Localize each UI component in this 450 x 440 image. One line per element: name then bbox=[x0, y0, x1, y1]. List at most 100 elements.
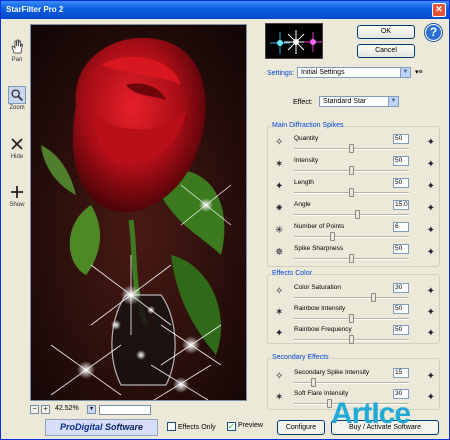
cancel-button[interactable]: Cancel bbox=[357, 44, 415, 58]
spike-result-icon: ✦ bbox=[426, 137, 435, 148]
artice-watermark: ArtIce bbox=[331, 397, 411, 430]
help-icon[interactable]: ? bbox=[425, 24, 442, 41]
magnifier-icon bbox=[8, 86, 26, 104]
show-tool[interactable]: Show bbox=[5, 183, 29, 208]
zoom-in-button[interactable]: + bbox=[41, 405, 50, 414]
spike-result-icon: ✦ bbox=[426, 181, 435, 192]
configure-button[interactable]: Configure bbox=[277, 420, 325, 435]
param-value-field[interactable]: 50 bbox=[393, 244, 409, 254]
zoom-slider-field[interactable] bbox=[99, 405, 151, 415]
param-value-field[interactable]: 30 bbox=[393, 283, 409, 293]
pan-tool-label: Pan bbox=[11, 57, 23, 63]
spike-preview-icon: ✶ bbox=[275, 307, 284, 318]
effects-color-title: Effects Color bbox=[271, 270, 313, 277]
effects-only-box[interactable] bbox=[167, 422, 176, 431]
spike-preview-icon: ✳ bbox=[275, 225, 284, 236]
param-value-field[interactable]: 50 bbox=[393, 134, 409, 144]
param-value-field[interactable]: 50 bbox=[393, 156, 409, 166]
param-slider-thumb[interactable] bbox=[330, 232, 336, 241]
prodigital-logo: ProDigital Software bbox=[45, 419, 158, 436]
param-value-field[interactable]: 50 bbox=[393, 304, 409, 314]
preview-zoom-bar: − + 42.52% ▾ bbox=[30, 404, 247, 416]
param-row: ✳ Number of Points 6 ✦ bbox=[268, 222, 441, 244]
show-tool-label: Show bbox=[9, 202, 25, 208]
spike-preview-icon: ✶ bbox=[275, 392, 284, 403]
spike-preview-icon: ✧ bbox=[275, 137, 284, 148]
effect-select[interactable]: Standard Star ▼ bbox=[319, 96, 399, 107]
settings-menu-icon[interactable]: ▾≡ bbox=[415, 68, 423, 76]
param-slider-thumb[interactable] bbox=[349, 166, 354, 175]
preview-canvas[interactable] bbox=[30, 24, 247, 401]
window-title: StarFilter Pro 2 bbox=[6, 5, 64, 14]
window-close-button[interactable]: ✕ bbox=[432, 3, 446, 17]
secondary-effects-title: Secondary Effects bbox=[271, 354, 330, 361]
settings-select[interactable]: Initial Settings ▼ bbox=[297, 67, 411, 78]
param-slider-thumb[interactable] bbox=[349, 254, 354, 263]
param-slider-track[interactable] bbox=[294, 236, 409, 238]
param-slider-track[interactable] bbox=[294, 297, 409, 299]
param-row: ✷ Angle 15.0 ✦ bbox=[268, 200, 441, 222]
param-label: Spike Sharpness bbox=[294, 245, 344, 252]
param-row: ✧ Secondary Spike Intensity 15 ✦ bbox=[268, 368, 441, 390]
param-slider-thumb[interactable] bbox=[354, 210, 360, 219]
param-label: Color Saturation bbox=[294, 284, 341, 291]
preview-label: Preview bbox=[238, 422, 263, 429]
spike-preview-icon: ✦ bbox=[275, 328, 284, 339]
spike-result-icon: ✦ bbox=[426, 286, 435, 297]
param-label: Angle bbox=[294, 201, 311, 208]
param-slider-thumb[interactable] bbox=[349, 314, 354, 323]
main-diffraction-title: Main Diffraction Spikes bbox=[271, 122, 345, 129]
effects-color-group: Effects Color ✧ Color Saturation 30 ✦ ✶ Rainb… bbox=[267, 270, 441, 344]
param-label: Intensity bbox=[294, 157, 319, 164]
spike-result-icon: ✦ bbox=[426, 392, 435, 403]
param-label: Number of Points bbox=[294, 223, 345, 230]
zoom-level: 42.52% bbox=[55, 405, 79, 412]
spike-result-icon: ✦ bbox=[426, 371, 435, 382]
zoom-tool[interactable]: Zoom bbox=[5, 86, 29, 111]
preview-checkbox[interactable]: ✓ Preview bbox=[227, 422, 263, 431]
starfilter-window: StarFilter Pro 2 ✕ Pan Zoom Hide Show − … bbox=[0, 0, 450, 440]
spike-result-icon: ✦ bbox=[426, 159, 435, 170]
spike-result-icon: ✦ bbox=[426, 307, 435, 318]
param-label: Rainbow Frequency bbox=[294, 326, 352, 333]
param-slider-thumb[interactable] bbox=[349, 188, 354, 197]
param-value-field[interactable]: 50 bbox=[393, 178, 409, 188]
param-value-field[interactable]: 15.0 bbox=[393, 200, 409, 210]
pan-tool[interactable]: Pan bbox=[5, 38, 29, 63]
effect-thumbnail bbox=[265, 23, 323, 59]
settings-value: Initial Settings bbox=[301, 69, 345, 76]
effect-label: Effect: bbox=[293, 99, 313, 106]
spike-result-icon: ✦ bbox=[426, 225, 435, 236]
x-icon bbox=[11, 138, 23, 150]
param-slider-thumb[interactable] bbox=[371, 293, 376, 302]
param-slider-thumb[interactable] bbox=[310, 378, 316, 387]
param-slider-track[interactable] bbox=[294, 214, 409, 216]
param-slider-thumb[interactable] bbox=[349, 335, 354, 344]
zoom-tool-label: Zoom bbox=[9, 105, 25, 111]
spike-preview-icon: ✧ bbox=[275, 286, 284, 297]
param-row: ✧ Quantity 50 ✦ bbox=[268, 134, 441, 156]
param-value-field[interactable]: 15 bbox=[393, 368, 409, 378]
param-value-field[interactable]: 50 bbox=[393, 325, 409, 335]
hide-tool[interactable]: Hide bbox=[5, 135, 29, 160]
param-row: ✦ Length 50 ✦ bbox=[268, 178, 441, 200]
spike-preview-icon: ✦ bbox=[275, 181, 284, 192]
param-label: Quantity bbox=[294, 135, 319, 142]
param-value-field[interactable]: 6 bbox=[393, 222, 409, 232]
effects-only-checkbox[interactable]: Effects Only bbox=[167, 422, 216, 431]
param-row: ✧ Color Saturation 30 ✦ bbox=[268, 283, 441, 305]
star-thumbnail-image bbox=[270, 30, 322, 54]
param-slider-thumb[interactable] bbox=[349, 144, 354, 153]
main-diffraction-group: Main Diffraction Spikes ✧ Quantity 50 ✦ ✶ Int… bbox=[267, 122, 441, 267]
chevron-down-icon: ▼ bbox=[400, 68, 410, 77]
param-label: Rainbow Intensity bbox=[294, 305, 346, 312]
ok-button[interactable]: OK bbox=[357, 25, 415, 39]
preview-check-icon[interactable]: ✓ bbox=[227, 422, 236, 431]
spike-preview-icon: ✶ bbox=[275, 159, 284, 170]
zoom-dropdown-button[interactable]: ▾ bbox=[87, 405, 96, 414]
zoom-out-button[interactable]: − bbox=[30, 405, 39, 414]
param-label: Secondary Spike Intensity bbox=[294, 369, 370, 376]
chevron-down-icon: ▼ bbox=[388, 97, 398, 106]
spike-result-icon: ✦ bbox=[426, 247, 435, 258]
logo-brand: ProDigital bbox=[59, 422, 103, 432]
